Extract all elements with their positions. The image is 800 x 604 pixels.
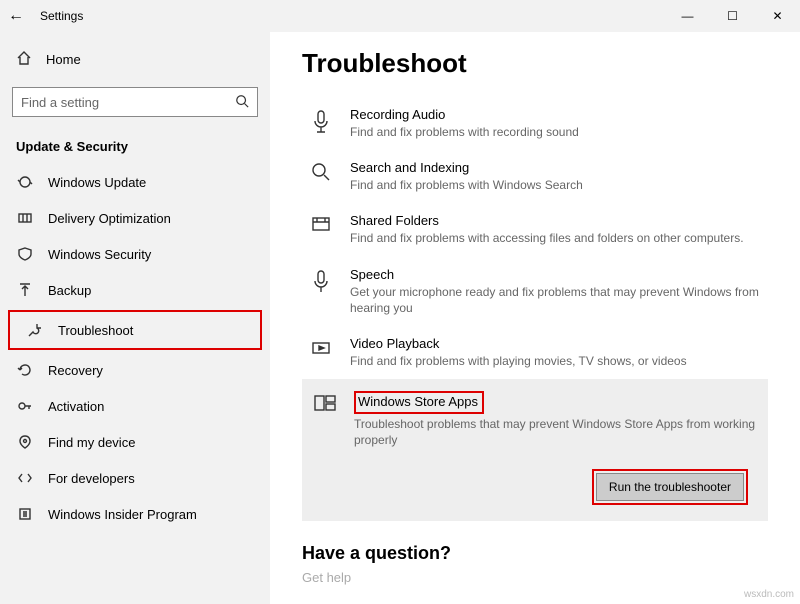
sidebar-item-backup[interactable]: Backup [0,272,270,308]
sidebar-item-activation[interactable]: Activation [0,388,270,424]
sidebar-item-label: For developers [48,471,135,486]
sidebar-item-label: Troubleshoot [58,323,133,338]
page-title: Troubleshoot [302,48,768,79]
troubleshoot-item-windows-store-apps[interactable]: Windows Store Apps Troubleshoot problems… [312,391,758,454]
sidebar-item-delivery-optimization[interactable]: Delivery Optimization [0,200,270,236]
close-button[interactable]: ✕ [755,0,800,32]
troubleshoot-title: Shared Folders [350,213,762,228]
search-placeholder: Find a setting [21,95,99,110]
speech-icon [308,267,334,316]
sidebar-item-troubleshoot[interactable]: Troubleshoot [10,312,260,348]
troubleshoot-item-search-indexing[interactable]: Search and Indexing Find and fix problem… [302,150,768,203]
sidebar-item-label: Windows Update [48,175,146,190]
sidebar-item-label: Delivery Optimization [48,211,171,226]
troubleshoot-desc: Get your microphone ready and fix proble… [350,284,762,316]
search-icon [308,160,334,193]
search-icon [235,94,249,111]
title-bar: ← Settings — ☐ ✕ [0,0,800,32]
wrench-icon [26,322,44,338]
location-icon [16,434,34,450]
sidebar-item-find-my-device[interactable]: Find my device [0,424,270,460]
sidebar-item-label: Windows Insider Program [48,507,197,522]
sync-icon [16,174,34,190]
mic-icon [308,107,334,140]
sidebar-item-for-developers[interactable]: For developers [0,460,270,496]
window-title: Settings [40,9,83,23]
key-icon [16,398,34,414]
watermark: wsxdn.com [744,589,794,600]
sidebar-item-label: Recovery [48,363,103,378]
sidebar-item-windows-insider[interactable]: Windows Insider Program [0,496,270,532]
shield-icon [16,246,34,262]
troubleshoot-title: Video Playback [350,336,762,351]
troubleshoot-desc: Find and fix problems with recording sou… [350,124,762,140]
sidebar-item-label: Activation [48,399,104,414]
troubleshoot-item-shared-folders[interactable]: Shared Folders Find and fix problems wit… [302,203,768,256]
troubleshoot-item-speech[interactable]: Speech Get your microphone ready and fix… [302,257,768,326]
troubleshoot-item-selected: Windows Store Apps Troubleshoot problems… [302,379,768,520]
troubleshoot-item-video-playback[interactable]: Video Playback Find and fix problems wit… [302,326,768,379]
troubleshoot-desc: Find and fix problems with Windows Searc… [350,177,762,193]
sidebar-item-label: Windows Security [48,247,151,262]
search-input[interactable]: Find a setting [12,87,258,117]
sidebar-item-recovery[interactable]: Recovery [0,352,270,388]
sidebar: Home Find a setting Update & Security Wi… [0,0,270,604]
have-a-question-heading: Have a question? [302,543,768,564]
troubleshoot-item-recording-audio[interactable]: Recording Audio Find and fix problems wi… [302,97,768,150]
sidebar-item-label: Find my device [48,435,135,450]
sidebar-item-windows-update[interactable]: Windows Update [0,164,270,200]
video-icon [308,336,334,369]
main-content: Troubleshoot Recording Audio Find and fi… [270,0,800,604]
minimize-button[interactable]: — [665,0,710,32]
home-label: Home [46,52,81,67]
apps-icon [312,391,338,448]
troubleshoot-desc: Find and fix problems with accessing fil… [350,230,762,246]
maximize-button[interactable]: ☐ [710,0,755,32]
developer-icon [16,470,34,486]
troubleshoot-title: Speech [350,267,762,282]
run-troubleshooter-button[interactable]: Run the troubleshooter [596,473,744,501]
home-icon [16,50,32,69]
sidebar-item-windows-security[interactable]: Windows Security [0,236,270,272]
troubleshoot-desc: Find and fix problems with playing movie… [350,353,762,369]
troubleshoot-desc: Troubleshoot problems that may prevent W… [354,416,758,448]
back-button[interactable]: ← [0,7,32,25]
insider-icon [16,506,34,522]
backup-icon [16,282,34,298]
sidebar-item-home[interactable]: Home [0,40,270,79]
sidebar-item-label: Backup [48,283,91,298]
category-header: Update & Security [0,131,270,164]
recovery-icon [16,362,34,378]
get-help-link[interactable]: Get help [302,570,768,585]
troubleshoot-title: Recording Audio [350,107,762,122]
troubleshoot-title: Windows Store Apps [358,394,478,409]
folder-icon [308,213,334,246]
troubleshoot-title: Search and Indexing [350,160,762,175]
delivery-icon [16,210,34,226]
